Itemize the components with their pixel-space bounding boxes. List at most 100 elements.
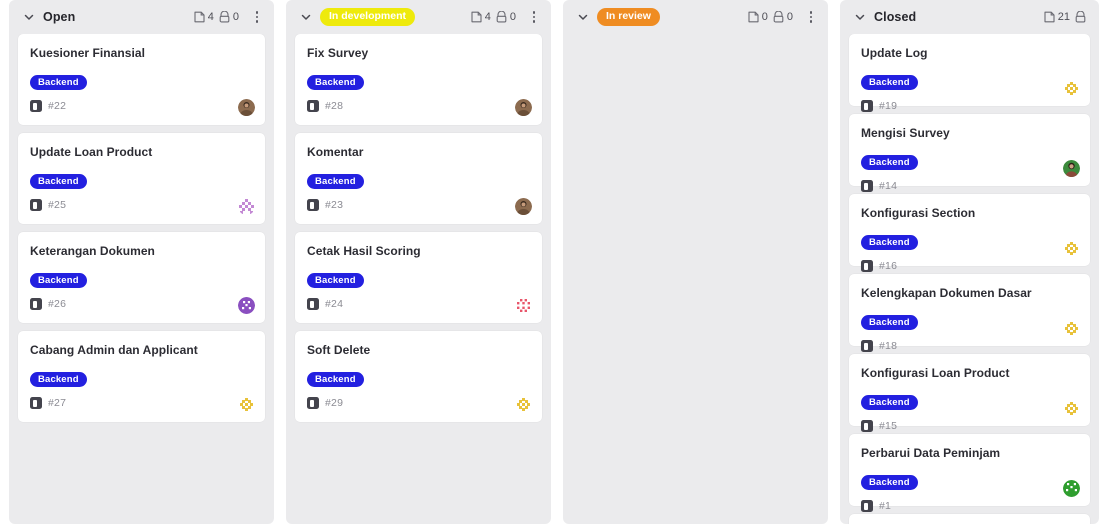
- card-item[interactable]: Soft Delete Backend #29: [295, 331, 542, 423]
- card-tag[interactable]: Backend: [861, 155, 918, 171]
- column-stats: 4 0: [194, 9, 264, 25]
- column-open: Open 4 0 Kuesioner Finansial Backend #22…: [9, 0, 274, 524]
- column-closed: Closed 21 Update Log Backend #19 Mengisi…: [840, 0, 1099, 524]
- card-footer: #27: [30, 394, 253, 412]
- card-tag[interactable]: Backend: [307, 174, 364, 190]
- avatar[interactable]: [1063, 160, 1080, 177]
- kebab-menu-icon[interactable]: [527, 9, 541, 25]
- card-footer: #29: [307, 394, 530, 412]
- card-item[interactable]: Update Log Backend #19: [849, 34, 1090, 113]
- card-id: #26: [48, 298, 67, 311]
- column-in-review: In review 0 0: [563, 0, 828, 524]
- card-tag[interactable]: Backend: [307, 372, 364, 388]
- column-header-in-review: In review 0 0: [563, 0, 828, 34]
- column-title: Open: [43, 10, 76, 24]
- card-item[interactable]: Update Loan Product Backend #25: [18, 133, 265, 225]
- card-item[interactable]: Cetak Hasil Scoring Backend #24: [295, 232, 542, 324]
- card-id-icon: [307, 100, 319, 113]
- card-footer: #24: [307, 295, 530, 313]
- card-tag[interactable]: Backend: [861, 315, 918, 331]
- card-count-value: 21: [1057, 11, 1070, 23]
- avatar[interactable]: [1063, 240, 1080, 257]
- kebab-menu-icon[interactable]: [250, 9, 264, 25]
- locked-count-stat: [1075, 11, 1089, 23]
- avatar[interactable]: [1063, 400, 1080, 417]
- avatar[interactable]: [238, 99, 255, 117]
- card-item[interactable]: Komentar Backend #23: [295, 133, 542, 225]
- card-item[interactable]: Perbarui Data Peminjam Backend #1: [849, 434, 1090, 513]
- card-id: #27: [48, 397, 67, 410]
- card-count-stat: 4: [194, 11, 214, 23]
- lock-icon: [1075, 11, 1086, 23]
- chevron-down-icon[interactable]: [854, 11, 866, 23]
- card-footer: #15: [861, 417, 1078, 435]
- card-item[interactable]: Konfigurasi Section Backend #16: [849, 194, 1090, 273]
- card-id: #25: [48, 199, 67, 212]
- note-icon: [471, 11, 482, 23]
- card-list-in-development: Fix Survey Backend #28 Komentar Backend …: [286, 34, 551, 524]
- card-item[interactable]: Cabang Admin dan Applicant Backend #27: [18, 331, 265, 423]
- card-tag[interactable]: Backend: [307, 273, 364, 289]
- column-stats: 21: [1044, 11, 1089, 23]
- card-footer: #28: [307, 97, 530, 115]
- chevron-down-icon[interactable]: [577, 11, 589, 23]
- card-title: Mengisi Survey: [861, 126, 950, 140]
- card-title: Cabang Admin dan Applicant: [30, 343, 198, 358]
- card-tag[interactable]: Backend: [30, 75, 87, 91]
- card-id-icon: [861, 260, 873, 273]
- card-count-stat: 4: [471, 11, 491, 23]
- card-title: Kuesioner Finansial: [30, 46, 145, 60]
- card-item[interactable]: Konfigurasi Loan Product Backend #15: [849, 354, 1090, 433]
- card-id: #23: [325, 199, 344, 212]
- card-title: Update Loan Product: [30, 145, 153, 160]
- card-title: Fix Survey: [307, 46, 369, 60]
- card-item[interactable]: Kelengkapan Dokumen Dasar Backend #18: [849, 274, 1090, 353]
- card-tag[interactable]: Backend: [861, 235, 918, 251]
- card-tag[interactable]: Backend: [861, 475, 918, 491]
- card-id-icon: [861, 180, 873, 193]
- avatar[interactable]: [1063, 80, 1080, 97]
- card-footer: #1: [861, 497, 1078, 515]
- card-id-icon: [307, 397, 319, 410]
- card-tag[interactable]: Backend: [861, 75, 918, 91]
- lock-icon: [773, 11, 784, 23]
- chevron-down-icon[interactable]: [23, 11, 35, 23]
- avatar[interactable]: [515, 99, 532, 117]
- locked-count-value: 0: [509, 11, 516, 23]
- card-id-icon: [30, 397, 42, 410]
- card-item[interactable]: Kuesioner Finansial Backend #22: [18, 34, 265, 126]
- column-stats: 4 0: [471, 9, 541, 25]
- card-item[interactable]: Melihat Detail Peminjam: [849, 514, 1090, 524]
- card-tag[interactable]: Backend: [861, 395, 918, 411]
- locked-count-value: 0: [786, 11, 793, 23]
- locked-count-stat: 0: [773, 11, 793, 23]
- card-id: #22: [48, 100, 67, 113]
- kebab-menu-icon[interactable]: [804, 9, 818, 25]
- card-id-icon: [30, 199, 42, 212]
- card-footer: #25: [30, 196, 253, 214]
- card-tag[interactable]: Backend: [30, 174, 87, 190]
- avatar[interactable]: [1063, 320, 1080, 337]
- card-item[interactable]: Fix Survey Backend #28: [295, 34, 542, 126]
- card-title: Soft Delete: [307, 343, 371, 358]
- card-id: #1: [879, 500, 892, 513]
- card-item[interactable]: Mengisi Survey Backend #14: [849, 114, 1090, 193]
- lock-icon: [219, 11, 230, 23]
- kanban-board: Open 4 0 Kuesioner Finansial Backend #22…: [0, 0, 1100, 524]
- card-tag[interactable]: Backend: [307, 75, 364, 91]
- note-icon: [748, 11, 759, 23]
- card-tag[interactable]: Backend: [30, 273, 87, 289]
- card-id-icon: [30, 298, 42, 311]
- card-id: #24: [325, 298, 344, 311]
- card-tag[interactable]: Backend: [30, 372, 87, 388]
- card-count-stat: 0: [748, 11, 768, 23]
- card-title: Konfigurasi Section: [861, 206, 976, 220]
- avatar[interactable]: [1063, 480, 1080, 497]
- lock-icon: [496, 11, 507, 23]
- card-title: Konfigurasi Loan Product: [861, 366, 1010, 380]
- chevron-down-icon[interactable]: [300, 11, 312, 23]
- card-id: #16: [879, 260, 898, 273]
- card-title: Kelengkapan Dokumen Dasar: [861, 286, 1032, 300]
- card-item[interactable]: Keterangan Dokumen Backend #26: [18, 232, 265, 324]
- card-title: Update Log: [861, 46, 928, 60]
